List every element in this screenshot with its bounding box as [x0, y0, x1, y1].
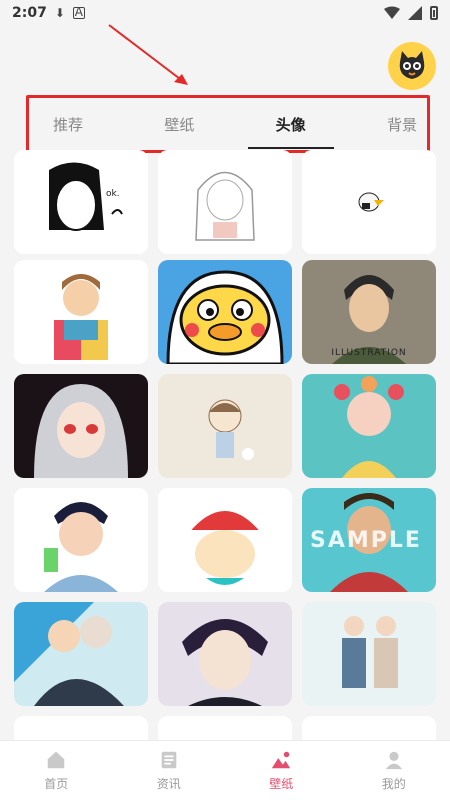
illustration-caption: ILLUSTRATION	[331, 348, 407, 358]
signal-icon	[408, 6, 422, 20]
grid-item[interactable]	[158, 150, 292, 254]
status-time: 2:07	[12, 5, 47, 21]
grid-item[interactable]	[14, 488, 148, 592]
user-avatar[interactable]	[388, 42, 436, 90]
svg-text:ok.: ok.	[106, 189, 120, 199]
grid-item[interactable]	[158, 260, 292, 364]
status-bar: 2:07 ⬇ A	[0, 0, 450, 26]
home-icon	[48, 751, 65, 769]
grid-item[interactable]	[302, 602, 436, 706]
sample-watermark: SAMPLE	[310, 528, 422, 553]
profile-icon	[385, 751, 402, 770]
avatar-grid: ok. ILLUSTRATION SAMPLE	[14, 150, 436, 750]
grid-item[interactable]	[14, 260, 148, 364]
wifi-icon	[384, 6, 400, 19]
nav-profile-label: 我的	[381, 777, 406, 791]
annotation-arrow-icon	[108, 24, 188, 85]
news-icon	[161, 751, 177, 769]
grid-item[interactable]	[14, 602, 148, 706]
grid-item[interactable]	[158, 374, 292, 478]
tab-wallpaper[interactable]: 壁纸	[164, 114, 194, 135]
nav-wallpaper-label: 壁纸	[269, 777, 294, 791]
wallpaper-icon	[272, 751, 291, 769]
grid-item[interactable]	[158, 488, 292, 592]
grid-item[interactable]	[302, 150, 436, 254]
grid-item[interactable]: ILLUSTRATION	[302, 260, 436, 364]
grid-item[interactable]	[158, 602, 292, 706]
grid-item[interactable]: ok.	[14, 150, 148, 254]
tab-recommend[interactable]: 推荐	[53, 114, 83, 135]
grid-item[interactable]	[302, 374, 436, 478]
grid-item[interactable]	[14, 374, 148, 478]
download-icon: ⬇	[54, 6, 65, 20]
nav-home[interactable]: 首页	[0, 741, 113, 800]
tab-background[interactable]: 背景	[387, 114, 417, 135]
black-cat-icon	[399, 51, 425, 79]
battery-icon	[430, 6, 438, 20]
nav-news[interactable]: 资讯	[113, 741, 226, 800]
grid-item[interactable]: SAMPLE	[302, 488, 436, 592]
tab-avatar[interactable]: 头像	[247, 114, 334, 149]
keyboard-a-icon: A	[72, 5, 85, 19]
category-tabs: 推荐 壁纸 头像 背景	[26, 95, 430, 153]
bottom-nav: 首页 资讯 壁纸 我的	[0, 740, 450, 800]
nav-profile[interactable]: 我的	[338, 741, 450, 800]
nav-wallpaper[interactable]: 壁纸	[225, 741, 338, 800]
nav-home-label: 首页	[44, 777, 69, 791]
nav-news-label: 资讯	[156, 777, 181, 791]
